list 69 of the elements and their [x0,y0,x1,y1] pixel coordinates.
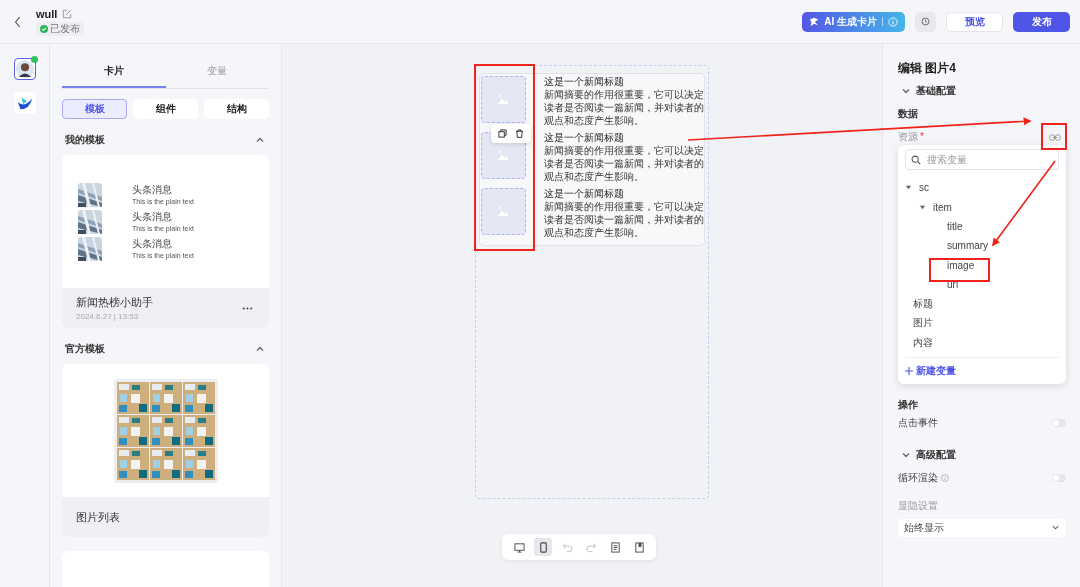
publish-button[interactable]: 发布 [1013,11,1070,32]
copy-icon[interactable] [498,129,507,138]
preview-title: 头条消息 [132,182,173,197]
edit-icon[interactable] [62,8,73,19]
project-title: wull [36,7,58,20]
toggle-switch[interactable] [1052,418,1066,427]
setting-label: 显隐设置 [898,498,939,513]
toggle-switch[interactable] [1052,473,1066,482]
collapse-icon[interactable] [255,344,265,354]
preview-button[interactable]: 预览 [946,11,1003,32]
expand-icon[interactable] [901,86,911,96]
search-field[interactable]: 搜索变量 [905,149,1059,170]
section-title: 我的模板 [65,133,105,147]
status-badge: 已发布 [36,21,84,36]
inspector-title: 编辑 图片4 [898,60,957,77]
tree-item[interactable]: sc [919,182,929,194]
visibility-select[interactable]: 始终显示 [898,518,1066,537]
annotation-box [1041,123,1067,150]
news-summary: 新闻摘要的作用很重要，它可以决定读者是否阅读一篇新闻，并对读者的观点和态度产生影响。 [544,144,704,183]
preview-title: 头条消息 [132,236,173,251]
segment-button[interactable]: 结构 [204,99,269,119]
clock-icon [921,16,930,27]
caret-icon[interactable] [919,203,926,211]
tree-item[interactable]: 内容 [913,335,933,350]
panel-tab[interactable]: 卡片 [62,56,166,88]
template-date: 2024.6.27 | 13:53 [76,312,140,321]
subsection-title: 操作 [898,397,919,412]
back-icon[interactable] [14,15,22,28]
ai-generate-button[interactable]: AI 生成卡片 [802,11,905,32]
segment-button[interactable]: 模板 [62,99,127,119]
chevron-down-icon [1051,523,1060,532]
info-icon [888,16,898,27]
segment-button[interactable]: 组件 [133,99,198,119]
group-title: 高级配置 [916,447,956,462]
template-name: 新闻热榜小助手 [76,295,153,310]
tree-item[interactable]: summary [947,240,989,252]
template-name: 图片列表 [76,509,120,525]
tree-item[interactable]: item [933,201,952,213]
caret-icon[interactable] [905,184,912,192]
news-title: 这是一个新闻标题 [544,131,625,144]
tree-item[interactable]: 标题 [913,297,933,312]
news-summary: 新闻摘要的作用很重要，它可以决定读者是否阅读一篇新闻，并对读者的观点和态度产生影响。 [544,88,704,127]
tree-item[interactable]: image [947,259,975,271]
sparkle-icon [809,16,820,27]
setting-label: 点击事件 [898,415,938,430]
group-title: 基础配置 [916,84,956,98]
news-summary: 新闻摘要的作用很重要，它可以决定读者是否阅读一篇新闻，并对读者的观点和态度产生影响。 [544,200,704,239]
plus-icon [905,366,913,375]
template-card[interactable]: 图片列表 [62,364,269,537]
tree-item[interactable]: 图片 [913,316,933,331]
app-logo-icon[interactable] [13,92,36,114]
preview-title: 头条消息 [132,209,173,224]
delete-icon[interactable] [515,129,524,138]
news-title: 这是一个新闻标题 [544,187,625,200]
field-label: 资源 * [898,130,924,144]
annotation-box [929,258,990,282]
setting-label: 循环渲染 [898,470,938,485]
link-icon[interactable] [1049,133,1061,141]
news-list-card[interactable]: 这是一个新闻标题 新闻摘要的作用很重要，它可以决定读者是否阅读一篇新闻，并对读者的观点和态度产生影响。 这是一个新闻标题 新闻摘要的作用很重要，它可以决定读者是否阅读一篇新闻，并对读者的观点和态度产生影响。 这是一个新闻标题 新闻摘要的作用很重要，它可以决定读者是否阅读一篇新闻，并对读者的观点和态度产生影响。 [479,73,705,246]
avatar-button[interactable] [13,58,36,80]
collapse-icon[interactable] [255,135,265,145]
mobile-icon[interactable] [534,538,552,556]
history-button[interactable] [915,11,936,32]
subsection-title: 数据 [898,107,919,121]
section-title: 官方模板 [65,342,105,356]
add-variable-link[interactable]: 新建变量 [905,363,1059,378]
tree-item[interactable]: title [947,220,963,232]
news-title: 这是一个新闻标题 [544,75,625,88]
more-icon[interactable] [242,306,253,310]
